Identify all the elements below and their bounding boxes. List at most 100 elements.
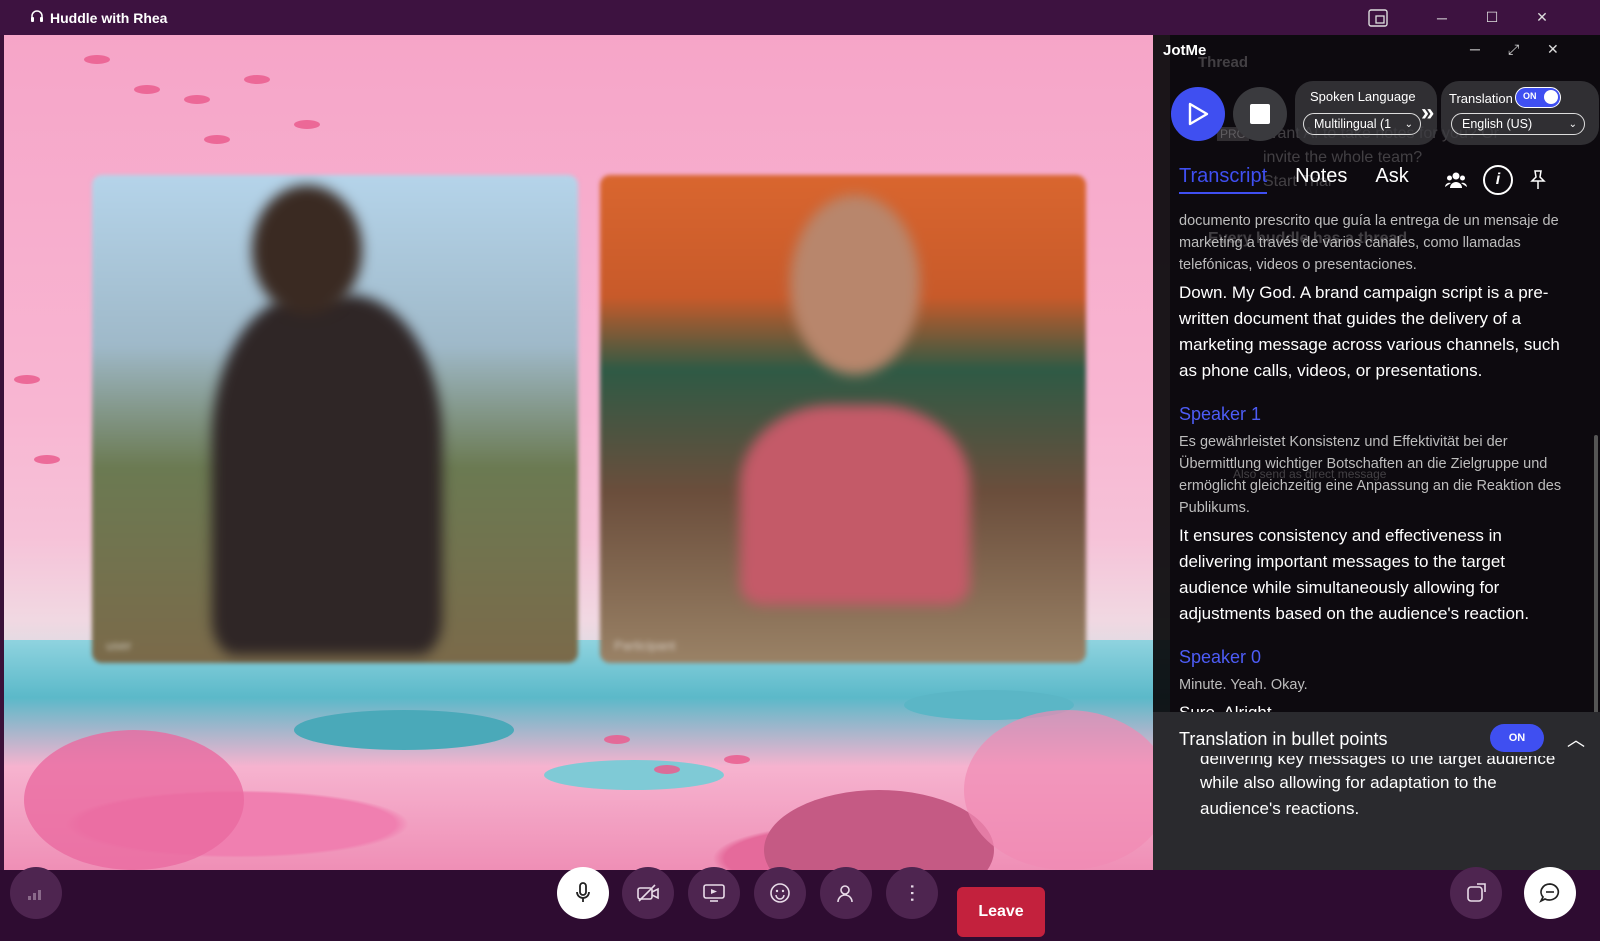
play-button[interactable] <box>1171 87 1225 141</box>
title-bar: Huddle with Rhea ─ ☐ ✕ <box>0 0 1600 35</box>
translation-toggle[interactable]: ON <box>1515 87 1561 108</box>
transcript-entry: documento prescrito que guía la entrega … <box>1179 210 1574 384</box>
camera-off-button[interactable] <box>622 867 674 919</box>
coral-decoration <box>544 760 724 790</box>
team-icon[interactable] <box>1441 165 1471 195</box>
spoken-language-label: Spoken Language <box>1310 89 1416 104</box>
leave-button[interactable]: Leave <box>957 887 1045 937</box>
participant-video-tile[interactable]: Participant <box>600 175 1086 663</box>
toggle-knob <box>1544 90 1558 104</box>
microphone-button[interactable] <box>557 867 609 919</box>
bullet-points-panel: Translation in bullet points ON ︿ delive… <box>1153 712 1600 870</box>
translation-language-select[interactable]: English (US) ⌄ <box>1451 113 1585 135</box>
participant-silhouette <box>212 295 442 655</box>
add-person-icon <box>837 885 853 903</box>
participant-name-label: user <box>106 638 132 653</box>
spoken-language-value: Multilingual (1 <box>1314 117 1392 131</box>
microphone-icon <box>576 882 590 902</box>
jotme-minimize-button[interactable]: ─ <box>1470 41 1480 57</box>
translation-toggle-text: ON <box>1523 91 1537 101</box>
transcript-entry: Speaker 1 Es gewährleistet Konsistenz un… <box>1179 404 1574 627</box>
spoken-language-group: Spoken Language Multilingual (1 ⌄ <box>1295 81 1437 145</box>
double-chevron-right-icon: » <box>1421 99 1435 126</box>
fish-decoration <box>84 55 110 64</box>
spoken-language-select[interactable]: Multilingual (1 ⌄ <box>1303 113 1421 135</box>
bullet-line: delivering key messages to the target au… <box>1200 756 1556 768</box>
jotme-tabs: Transcript Notes Ask <box>1179 165 1409 194</box>
coral-decoration <box>24 730 244 870</box>
play-icon <box>1188 102 1209 126</box>
minimize-button[interactable]: ─ <box>1422 0 1462 35</box>
pop-out-button[interactable] <box>1450 867 1502 919</box>
transcript-original: Minute. Yeah. Okay. <box>1179 677 1308 693</box>
fish-decoration <box>724 755 750 764</box>
tab-ask[interactable]: Ask <box>1375 165 1408 194</box>
translation-group: Translation ON English (US) ⌄ <box>1441 81 1599 145</box>
reactions-button[interactable] <box>754 867 806 919</box>
translation-language-value: English (US) <box>1462 117 1533 131</box>
fish-decoration <box>654 765 680 774</box>
smiley-icon <box>770 883 790 903</box>
participant-head <box>252 185 362 315</box>
window-title-text: Huddle with Rhea <box>50 9 168 26</box>
pin-icon[interactable] <box>1523 165 1553 195</box>
window-title: Huddle with Rhea <box>30 9 167 26</box>
bullet-points-text: delivering key messages to the target au… <box>1200 756 1580 822</box>
more-options-button[interactable]: ⋯ <box>886 867 938 919</box>
fish-decoration <box>294 120 320 129</box>
fish-decoration <box>184 95 210 104</box>
fish-decoration <box>14 375 40 384</box>
huddle-window: Huddle with Rhea ─ ☐ ✕ user Participant … <box>0 0 1600 941</box>
stop-icon <box>1250 104 1270 124</box>
transcript-original: Es gewährleistet Konsistenz und Effektiv… <box>1179 434 1562 516</box>
fish-decoration <box>204 135 230 144</box>
headphones-icon <box>30 9 44 26</box>
coral-decoration <box>294 710 514 750</box>
chevron-up-icon[interactable]: ︿ <box>1567 726 1585 752</box>
close-button[interactable]: ✕ <box>1522 0 1562 35</box>
pop-out-icon <box>1467 883 1486 902</box>
fish-decoration <box>604 735 630 744</box>
bullet-points-title: Translation in bullet points <box>1179 729 1388 749</box>
speaker-label: Speaker 0 <box>1179 647 1262 667</box>
ghost-thread-title: Thread <box>1198 54 1249 71</box>
info-icon[interactable]: i <box>1483 165 1513 195</box>
fish-decoration <box>134 85 160 94</box>
fish-decoration <box>244 75 270 84</box>
maximize-button[interactable]: ☐ <box>1472 0 1512 35</box>
stop-button[interactable] <box>1233 87 1287 141</box>
jotme-close-button[interactable]: ✕ <box>1547 41 1559 58</box>
tab-notes[interactable]: Notes <box>1295 165 1347 194</box>
signal-strength-icon[interactable] <box>10 867 62 919</box>
participant-head <box>790 195 920 375</box>
speaker-label: Speaker 1 <box>1179 404 1262 424</box>
chat-bubble-icon <box>1539 883 1560 903</box>
bullet-line: while also allowing for adaptation to th… <box>1200 773 1497 792</box>
participant-silhouette <box>740 405 970 605</box>
chevron-down-icon: ⌄ <box>1404 118 1413 130</box>
bullet-line: audience's reactions. <box>1200 799 1360 818</box>
transcript-translation: It ensures consistency and effectiveness… <box>1179 526 1530 623</box>
video-stage: user Participant <box>4 35 1170 870</box>
bullet-points-toggle[interactable]: ON <box>1490 724 1544 752</box>
screen-share-button[interactable] <box>688 867 740 919</box>
tab-transcript[interactable]: Transcript <box>1179 165 1268 194</box>
camera-off-icon <box>637 884 659 902</box>
vertical-ellipsis-icon: ⋯ <box>901 883 923 903</box>
transcript-original: documento prescrito que guía la entrega … <box>1179 213 1559 273</box>
transcript-list: documento prescrito que guía la entrega … <box>1179 210 1574 726</box>
translation-label: Translation <box>1449 91 1513 106</box>
thread-button[interactable] <box>1524 867 1576 919</box>
fish-decoration <box>34 455 60 464</box>
jotme-panel: JotMe ─ ⤢ ✕ Thread PRO Want AI to take n… <box>1153 35 1600 870</box>
participant-name-label: Participant <box>614 638 676 653</box>
coral-decoration <box>964 710 1170 870</box>
pip-icon[interactable] <box>1358 0 1398 35</box>
transcript-scrollbar[interactable] <box>1594 435 1598 715</box>
transcript-translation: Down. My God. A brand campaign script is… <box>1179 283 1560 380</box>
participant-video-tile[interactable]: user <box>92 175 578 663</box>
add-people-button[interactable] <box>820 867 872 919</box>
jotme-expand-icon[interactable]: ⤢ <box>1508 41 1519 58</box>
screen-share-icon <box>703 884 725 902</box>
chevron-down-icon: ⌄ <box>1568 118 1577 130</box>
